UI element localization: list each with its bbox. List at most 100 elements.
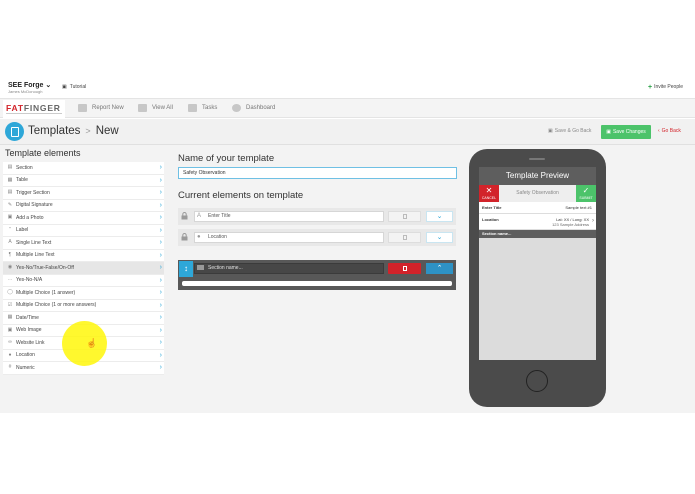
save-changes-button[interactable]: ▣ Save Changes (601, 125, 651, 139)
chevron-down-icon: ⌄ (45, 82, 52, 89)
link-icon: ∞ (8, 339, 12, 346)
current-elements-heading: Current elements on template (178, 190, 304, 201)
collapse-button[interactable]: ⌃ (426, 263, 453, 274)
table-icon: ▦ (7, 176, 13, 183)
breadcrumb-templates[interactable]: Templates (28, 125, 80, 137)
chevron-right-icon: › (159, 251, 162, 259)
preview-row: Location Lat: XX / Long: XX 123 Sample A… (479, 214, 596, 230)
chevron-left-icon: ‹ (658, 128, 660, 134)
chevron-right-icon: › (159, 351, 162, 359)
nav-view-all[interactable]: View All (138, 104, 173, 112)
element-multiple-choice-single[interactable]: ◯ Multiple Choice (1 answer) › (3, 287, 164, 300)
workspace-user: James McDonough (8, 89, 43, 94)
chevron-right-icon: › (159, 214, 162, 221)
chevron-right-icon: › (159, 164, 162, 171)
element-table[interactable]: ▦ Table › (3, 174, 164, 187)
invite-people-link[interactable]: + Invite People (647, 83, 683, 91)
pencil-icon (78, 104, 87, 112)
fatfinger-logo[interactable]: FATFINGER (3, 100, 65, 118)
lock-icon (181, 233, 188, 241)
save-and-go-back-button[interactable]: ▣ Save & Go Back (548, 128, 591, 134)
close-icon: ✕ (485, 186, 493, 195)
quote-icon: “ (9, 226, 11, 233)
element-section[interactable]: ▤ Section › (3, 162, 164, 175)
dots-icon: ⋯ (7, 276, 13, 283)
chevron-right-icon: › (159, 364, 162, 371)
element-trigger-section[interactable]: ▤ Trigger Section › (3, 187, 164, 200)
nav-report-new[interactable]: Report New (78, 104, 124, 112)
element-title-field[interactable]: Enter Title (194, 211, 384, 222)
breadcrumb: Templates > New (28, 125, 119, 137)
location-icon: ● (197, 234, 201, 240)
template-element-row[interactable]: Location ● ⌄ (178, 229, 456, 246)
chevron-right-icon: › (592, 218, 594, 224)
element-multiple-choice-multi[interactable]: ☑ Multiple Choice (1 or more answers) › (3, 299, 164, 312)
document-icon (138, 104, 147, 112)
preview-cancel-button: ✕ CANCEL (479, 185, 499, 202)
lock-icon (181, 212, 188, 220)
preview-template-name: Safety Observation (516, 190, 559, 196)
section-element-row[interactable]: ↕ Section name... ⌃ (178, 260, 456, 290)
checkbox-icon: ☑ (7, 301, 13, 308)
plus-icon: + (647, 83, 653, 91)
element-add-photo[interactable]: ▣ Add a Photo › (3, 212, 164, 225)
location-icon: ● (8, 351, 12, 358)
preview-submit-button: ✓ SUBMIT (576, 185, 596, 202)
template-elements-heading: Template elements (5, 148, 81, 158)
workspace-switcher[interactable]: SEE Forge ⌄ (8, 81, 51, 89)
expand-button[interactable]: ⌄ (426, 211, 453, 222)
trash-icon (403, 235, 407, 240)
page-title-bar: Templates > New ▣ Save & Go Back ▣ Save … (0, 119, 695, 145)
element-yes-no-na[interactable]: ⋯ Yes-No-N/A › (3, 274, 164, 287)
tutorial-link[interactable]: ▣ Tutorial (62, 84, 86, 90)
main-area: Template elements ▤ Section › ▦ Table › ▤ Tri… (0, 145, 695, 413)
save-icon: ▣ (606, 129, 611, 135)
nav-tasks[interactable]: Tasks (188, 104, 217, 112)
chevron-right-icon: › (159, 264, 162, 271)
element-multiple-line-text[interactable]: ¶ Multiple Line Text › (3, 249, 164, 262)
element-yes-no-true-false[interactable]: ◉ Yes-No/True-False/On-Off › (3, 262, 164, 275)
template-element-row[interactable]: Enter Title A ⌄ (178, 208, 456, 225)
toggle-icon: ◉ (7, 264, 13, 271)
save-icon: ▣ (548, 128, 553, 134)
section-icon: ▤ (7, 164, 13, 171)
photo-icon: ▣ (7, 214, 13, 221)
trigger-icon: ▤ (7, 189, 13, 196)
hand-cursor-icon: ☝ (86, 338, 98, 348)
top-bar: SEE Forge ⌄ James McDonough ▣ Tutorial +… (0, 78, 695, 98)
chevron-right-icon: › (159, 339, 162, 346)
element-label[interactable]: “Label › (3, 224, 164, 237)
expand-button[interactable]: ⌄ (426, 232, 453, 243)
section-icon (197, 265, 204, 270)
element-digital-signature[interactable]: ✎ Digital Signature › (3, 199, 164, 212)
chevron-right-icon: › (159, 189, 162, 196)
app-frame: SEE Forge ⌄ James McDonough ▣ Tutorial +… (0, 78, 695, 413)
template-name-input[interactable]: Safety Observation (178, 167, 457, 179)
image-icon: ▣ (7, 326, 13, 333)
element-single-line-text[interactable]: A Single Line Text › (3, 237, 164, 250)
go-back-button[interactable]: ‹ Go Back (658, 128, 681, 134)
phone-home-button (526, 370, 548, 392)
chevron-right-icon: › (159, 226, 162, 234)
chevron-right-icon: › (159, 276, 162, 284)
chevron-right-icon: › (159, 239, 162, 246)
paragraph-icon: ¶ (8, 251, 12, 258)
preview-action-bar: ✕ CANCEL Safety Observation ✓ SUBMIT (479, 185, 596, 202)
chevron-right-icon: › (159, 289, 162, 296)
main-nav: FATFINGER Report New View All Tasks Dash… (0, 98, 695, 118)
phone-screen: Template Preview ✕ CANCEL Safety Observa… (479, 167, 596, 360)
graduation-cap-icon: ▣ (62, 84, 67, 90)
element-location-field[interactable]: Location (194, 232, 384, 243)
section-drop-zone[interactable] (182, 281, 452, 286)
signature-icon: ✎ (7, 201, 13, 208)
dashboard-icon (232, 104, 241, 112)
nav-dashboard[interactable]: Dashboard (232, 104, 275, 112)
trash-icon (403, 266, 407, 271)
cursor-highlight (62, 321, 107, 366)
trash-icon (403, 214, 407, 219)
chevron-right-icon: › (159, 314, 162, 321)
drag-handle-icon[interactable]: ↕ (179, 261, 193, 277)
section-name-input[interactable]: Section name... (194, 263, 384, 274)
preview-section-header: Section name... (479, 230, 596, 238)
templates-icon (5, 122, 24, 141)
